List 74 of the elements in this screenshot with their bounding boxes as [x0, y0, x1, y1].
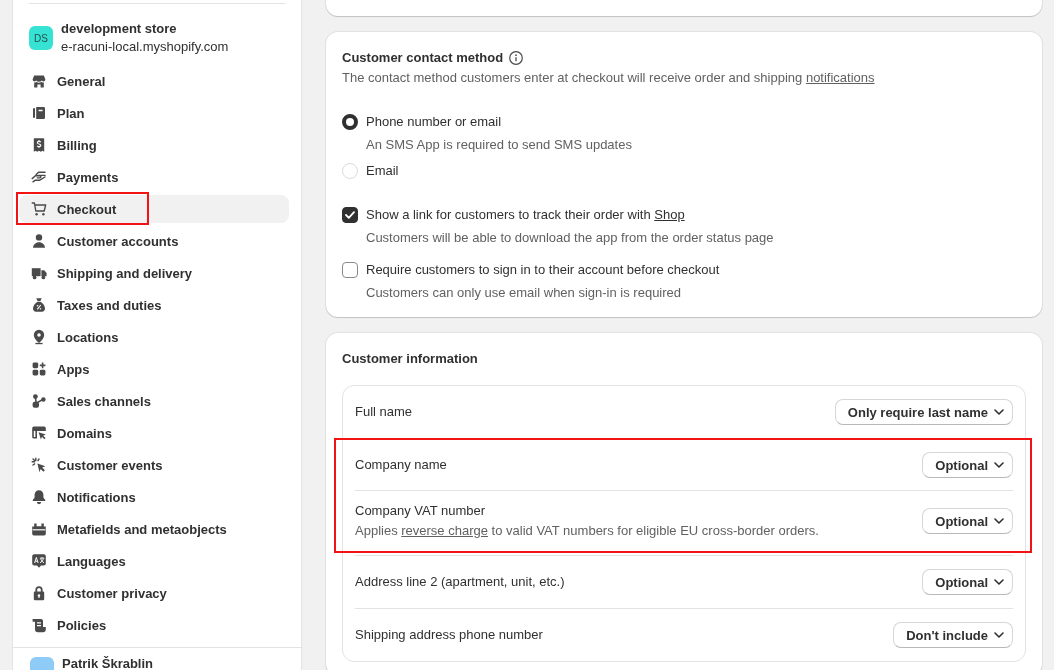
card-title: Customer information [342, 350, 479, 368]
option-label: Require customers to sign in to their account before checkout [366, 261, 720, 279]
card-title: Customer contact method [342, 49, 504, 67]
chevron-down-icon [994, 579, 1004, 585]
nav-item[interactable]: General [19, 67, 289, 95]
nav-item[interactable]: Policies [19, 611, 289, 639]
location-pin-icon [31, 329, 47, 345]
select-dropdown[interactable]: Optional [922, 452, 1013, 478]
inline-link[interactable]: reverse charge [401, 523, 488, 538]
nav-item[interactable]: Customer events [19, 451, 289, 479]
tray-icon [31, 521, 47, 537]
option-label: Phone number or email [366, 113, 502, 131]
field-description: Applies reverse charge to valid VAT numbers for eligible EU cross-border orders. [355, 522, 819, 540]
nav-item[interactable]: Billing [19, 131, 289, 159]
money-bag-icon [31, 297, 47, 313]
store-name: development store [61, 20, 178, 38]
user-name: Patrik Škrablin [62, 657, 154, 670]
chevron-down-icon [994, 632, 1004, 638]
nav-item[interactable]: Domains [19, 419, 289, 447]
nav-item[interactable]: Plan [19, 99, 289, 127]
nav-item[interactable]: Metafields and metaobjects [19, 515, 289, 543]
nav-item[interactable]: Taxes and duties [19, 291, 289, 319]
apps-icon [31, 361, 47, 377]
info-icon[interactable] [509, 51, 524, 65]
nodes-icon [31, 393, 47, 409]
store-icon [31, 73, 47, 89]
nav-item[interactable]: Locations [19, 323, 289, 351]
radio-button[interactable] [342, 114, 358, 130]
truck-icon [31, 265, 47, 281]
nav-item[interactable]: Checkout [19, 195, 289, 223]
field-label: Company VAT number [355, 502, 487, 520]
scroll-icon [31, 617, 47, 633]
option-label: Show a link for customers to track their order with Shop [366, 206, 685, 224]
nav-item[interactable]: Customer privacy [19, 579, 289, 607]
browser-cursor-icon [31, 425, 47, 441]
nav-item[interactable]: Shipping and delivery [19, 259, 289, 287]
store-domain: e-racuni-local.myshopify.com [61, 38, 229, 56]
field-label: Full name [355, 403, 413, 421]
inline-link[interactable]: notifications [805, 70, 875, 85]
field-label: Company name [355, 456, 447, 474]
select-dropdown[interactable]: Only require last name [834, 399, 1013, 425]
chevron-down-icon [994, 518, 1004, 524]
field-label: Address line 2 (apartment, unit, etc.) [355, 573, 565, 591]
inline-link[interactable]: Shop [654, 207, 685, 222]
nav-item[interactable]: Apps [19, 355, 289, 383]
hand-card-icon [31, 169, 47, 185]
chevron-down-icon [994, 409, 1004, 415]
help-text: Customers can only use email when sign-in is required [366, 284, 683, 302]
speech-bubble-icon [31, 553, 47, 569]
book-icon [31, 105, 47, 121]
lock-icon [31, 585, 47, 601]
receipt-icon [31, 137, 47, 153]
select-dropdown[interactable]: Optional [922, 569, 1013, 595]
cursor-click-icon [31, 457, 47, 473]
nav-item[interactable]: Customer accounts [19, 227, 289, 255]
nav-item[interactable]: Notifications [19, 483, 289, 511]
store-avatar: DS [29, 26, 53, 50]
chevron-down-icon [994, 462, 1004, 468]
card-description: The contact method customers enter at checkout will receive order and shipping notifications [342, 69, 876, 87]
field-label: Shipping address phone number [355, 626, 543, 644]
nav-item[interactable]: Sales channels [19, 387, 289, 415]
checkmark-icon [345, 211, 355, 219]
select-dropdown[interactable]: Don't include [893, 622, 1013, 648]
option-label: Email [366, 162, 399, 180]
help-text: Customers will be able to download the app from the order status page [366, 229, 775, 247]
select-dropdown[interactable]: Optional [922, 508, 1013, 534]
nav-item[interactable]: Payments [19, 163, 289, 191]
cart-icon [31, 201, 47, 217]
person-icon [31, 233, 47, 249]
bell-icon [31, 489, 47, 505]
checkbox[interactable] [342, 207, 358, 223]
help-text: An SMS App is required to send SMS updates [366, 136, 633, 154]
nav-item[interactable]: Languages [19, 547, 289, 575]
checkbox[interactable] [342, 262, 358, 278]
